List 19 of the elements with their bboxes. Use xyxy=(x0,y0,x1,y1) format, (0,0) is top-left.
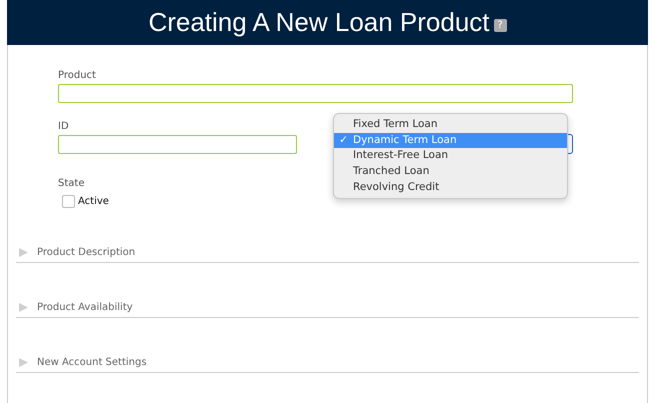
input-field[interactable] xyxy=(58,84,573,103)
menu-item[interactable]: Interest-Free Loan xyxy=(334,148,567,164)
checkbox[interactable] xyxy=(62,195,75,208)
page-title: Creating A New Loan Product xyxy=(148,7,490,38)
menu-item[interactable]: Tranched Loan xyxy=(334,164,567,180)
expand-icon[interactable] xyxy=(18,357,29,368)
expand-icon[interactable] xyxy=(18,302,29,313)
input-field[interactable] xyxy=(58,135,297,154)
field-label: ID xyxy=(58,121,69,132)
field-label: State xyxy=(58,178,84,189)
section-title[interactable]: New Account Settings xyxy=(37,357,147,368)
field-label: Product xyxy=(58,70,96,81)
section-title[interactable]: Product Description xyxy=(37,247,136,258)
menu-item[interactable]: ✓ Dynamic Term Loan xyxy=(334,132,567,148)
menu-item[interactable]: Revolving Credit xyxy=(334,180,567,196)
expand-icon[interactable] xyxy=(18,247,29,258)
menu-item[interactable]: Fixed Term Loan xyxy=(334,117,567,133)
checkbox-label: Active xyxy=(78,196,109,207)
section-title[interactable]: Product Availability xyxy=(37,302,133,313)
